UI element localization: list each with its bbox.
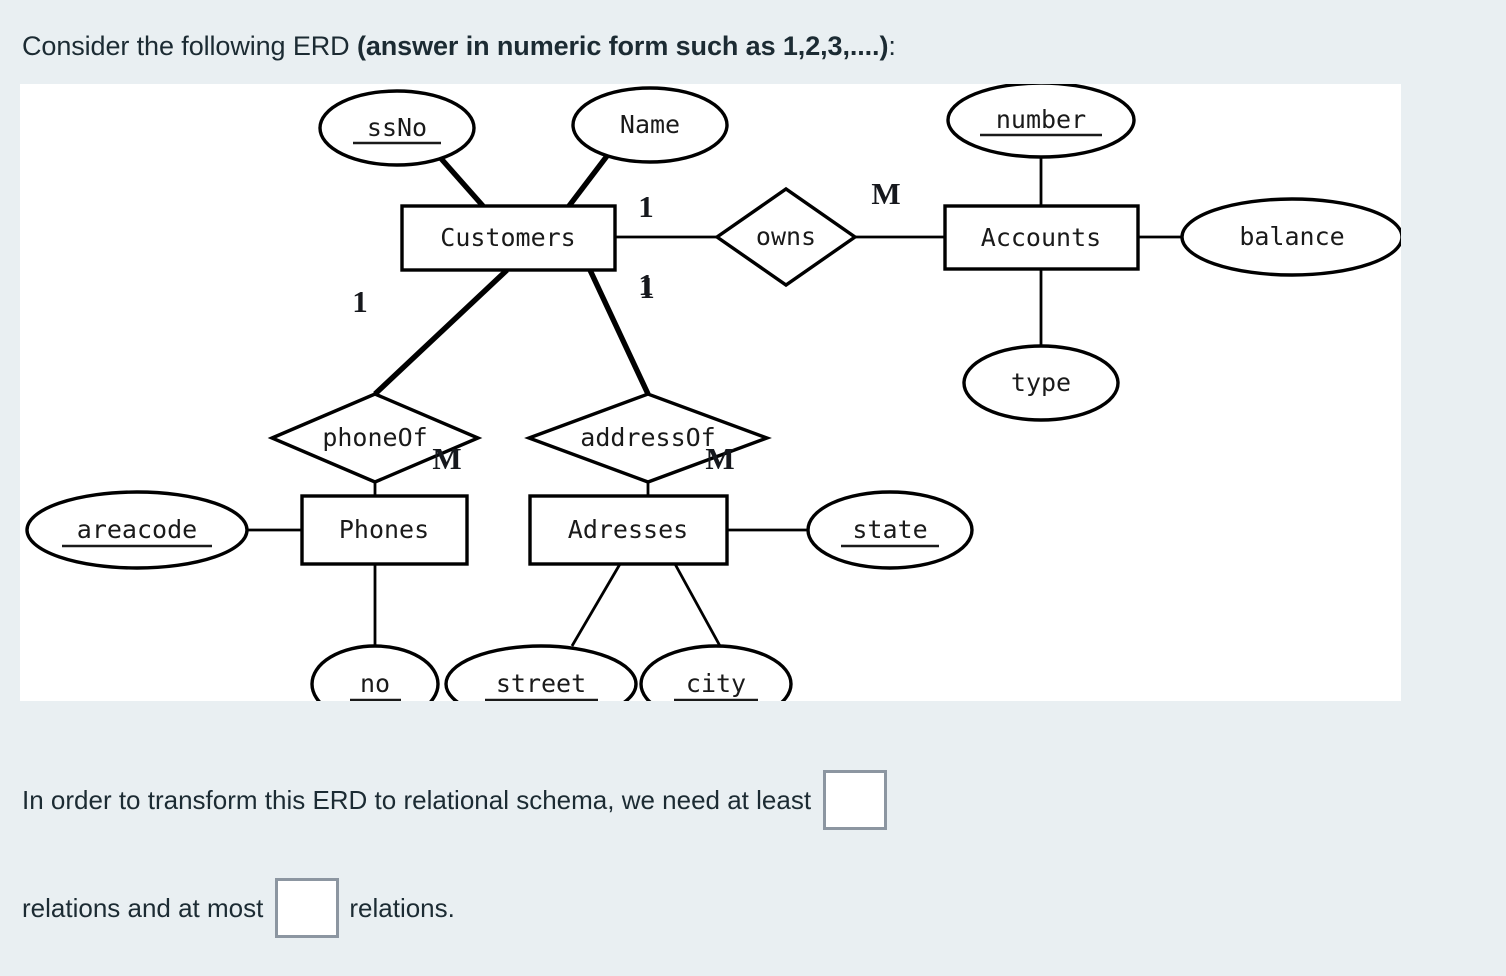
attribute-areacode: areacode [25,490,249,570]
attribute-no-label: no [360,669,390,698]
attribute-number-label: number [996,105,1086,134]
edge-customers-name [566,150,613,208]
edge-adresses-street [570,563,622,647]
prompt-trail-text: : [888,31,896,61]
answer-line1-text: In order to transform this ERD to relati… [22,785,812,815]
attribute-areacode-label: areacode [77,515,197,544]
erd-diagram-panel: ssNo Name number balance type areacode n… [20,84,1401,701]
answer-line-max: relations and at most relations. [22,878,1482,938]
attribute-city-label: city [686,669,746,698]
cardinality-addressof-adresses: M [705,441,734,476]
prompt-lead-text: Consider the following ERD [22,31,357,61]
attribute-type: type [962,344,1120,422]
attribute-ssno-label: ssNo [367,113,427,142]
answer-line-min: In order to transform this ERD to relati… [22,770,1482,830]
attribute-no: no [310,644,440,701]
entity-phones: Phones [300,494,469,566]
entity-customers: Customers [400,204,617,272]
entity-accounts: Accounts [943,204,1140,271]
attribute-type-label: type [1011,368,1071,397]
attribute-state-label: state [852,515,927,544]
edge-customers-phoneof [373,268,509,396]
entity-customers-label: Customers [440,223,575,252]
attribute-state: state [806,490,974,570]
attribute-number: number [946,84,1136,159]
min-relations-input[interactable] [823,770,888,830]
relationship-owns-label: owns [756,222,816,251]
cardinality-phoneof-customers: 1 [352,284,368,319]
entity-phones-label: Phones [339,515,429,544]
entity-adresses-label: Adresses [568,515,688,544]
cardinality-phoneof-phones: M [432,441,461,476]
cardinality-owns-accounts: M [871,176,900,211]
attribute-street: street [444,644,638,701]
prompt-emphasis-text: (answer in numeric form such as 1,2,3,..… [356,31,889,61]
entity-accounts-label: Accounts [981,223,1101,252]
page-title: Consider the following ERD (answer in nu… [22,28,896,64]
edge-adresses-city [673,563,722,647]
relationship-owns: owns [714,186,858,288]
attribute-name: Name [571,86,729,164]
relationship-addressof-label: addressOf [580,423,715,452]
max-relations-input[interactable] [275,878,340,938]
attribute-street-label: street [496,669,586,698]
attribute-name-label: Name [620,110,680,139]
cardinality-owns-customers-top: 1 [638,189,654,224]
answer-section: In order to transform this ERD to relati… [22,770,1482,938]
answer-line2-suffix-text: relations. [349,893,455,923]
attribute-balance: balance [1180,197,1401,277]
attribute-city: city [639,644,793,701]
attribute-balance-label: balance [1239,222,1344,251]
cardinality-addressof-customers: 1 [639,270,655,305]
attribute-ssno: ssNo [318,89,476,167]
entity-adresses: Adresses [528,494,729,566]
edge-customers-ssno [434,152,486,208]
answer-line2-prefix-text: relations and at most [22,893,264,923]
relationship-phoneof-label: phoneOf [322,423,427,452]
